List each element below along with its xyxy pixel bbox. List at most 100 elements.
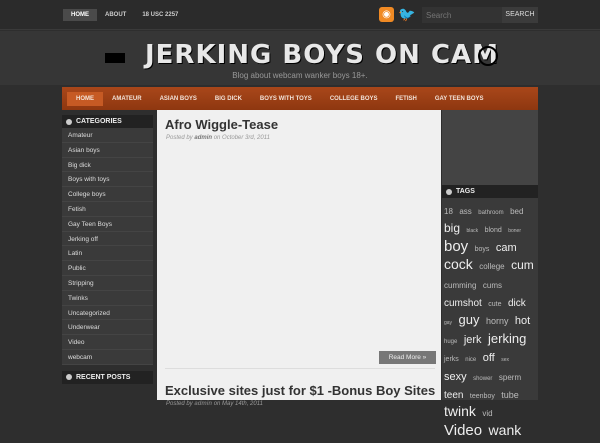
tag-link[interactable]: horny bbox=[486, 316, 509, 326]
tag-link[interactable]: cumshot bbox=[444, 298, 482, 309]
tag-link[interactable]: bed bbox=[510, 207, 523, 216]
post-title[interactable]: Exclusive sites just for $1 -Bonus Boy S… bbox=[165, 383, 435, 398]
category-link[interactable]: Asian boys bbox=[62, 142, 153, 158]
site-tagline: Blog about webcam wanker boys 18+. bbox=[232, 71, 368, 80]
rss-icon[interactable]: ◉ bbox=[379, 7, 394, 22]
bullet-icon bbox=[446, 188, 452, 195]
tag-link[interactable]: ass bbox=[459, 207, 471, 216]
tag-link[interactable]: black bbox=[466, 228, 478, 235]
category-link[interactable]: Fetish bbox=[62, 201, 153, 217]
tag-link[interactable]: boys bbox=[475, 246, 490, 253]
post-author[interactable]: admin bbox=[194, 135, 212, 141]
category-link[interactable]: Latin bbox=[62, 246, 153, 262]
tag-link[interactable]: teen bbox=[444, 390, 463, 401]
tag-link[interactable]: cock bbox=[444, 256, 473, 272]
category-link[interactable]: Big dick bbox=[62, 157, 153, 173]
nav-gay-teen-boys[interactable]: GAY TEEN BOYS bbox=[426, 92, 493, 106]
post-meta: Posted by admin on May 14th, 2011 bbox=[166, 401, 435, 407]
main-nav: HOME AMATEUR ASIAN BOYS BIG DICK BOYS WI… bbox=[62, 87, 538, 110]
tag-link[interactable]: jerk bbox=[464, 334, 482, 346]
tag-link[interactable]: bathroom bbox=[478, 210, 503, 216]
tag-link[interactable]: nice bbox=[465, 357, 476, 363]
category-link[interactable]: Video bbox=[62, 335, 153, 350]
twitter-bird-icon[interactable]: 🐦 bbox=[398, 6, 416, 22]
site-header: JERKING BOYS ON CAM Blog about webcam wa… bbox=[0, 31, 600, 85]
tag-link[interactable]: huge bbox=[444, 339, 457, 345]
tag-link[interactable]: shower bbox=[473, 376, 492, 382]
bullet-icon bbox=[66, 374, 72, 381]
category-link[interactable]: Gay Teen Boys bbox=[62, 216, 153, 232]
tag-link[interactable]: teenboy bbox=[470, 393, 495, 400]
tag-link[interactable]: boy bbox=[444, 238, 468, 255]
tag-link[interactable]: dick bbox=[508, 298, 526, 309]
divider bbox=[165, 368, 435, 369]
tag-link[interactable]: cums bbox=[483, 281, 502, 290]
category-link[interactable]: Underwear bbox=[62, 320, 153, 336]
top-link-home[interactable]: HOME bbox=[63, 9, 97, 21]
main-content: Afro Wiggle-Tease Posted by admin on Oct… bbox=[157, 110, 441, 407]
top-link-2257[interactable]: 18 USC 2257 bbox=[134, 9, 186, 21]
search-input[interactable] bbox=[422, 7, 502, 23]
category-link[interactable]: Boys with toys bbox=[62, 172, 153, 188]
categories-title: CATEGORIES bbox=[62, 115, 153, 128]
tag-link[interactable]: Video bbox=[444, 422, 482, 439]
top-bar: HOME ABOUT 18 USC 2257 ◉ 🐦 SEARCH bbox=[0, 0, 600, 30]
tag-link[interactable]: tube bbox=[501, 390, 519, 400]
tag-link[interactable]: cute bbox=[488, 301, 501, 308]
tag-link[interactable]: sexy bbox=[444, 371, 467, 383]
category-link[interactable]: Stripping bbox=[62, 275, 153, 291]
category-link[interactable]: Jerking off bbox=[62, 231, 153, 247]
post-date: on May 14th, 2011 bbox=[213, 401, 263, 407]
nav-big-dick[interactable]: BIG DICK bbox=[206, 92, 251, 106]
recent-posts-heading: RECENT POSTS bbox=[76, 373, 131, 381]
category-link[interactable]: Uncategorized bbox=[62, 305, 153, 321]
category-link[interactable]: webcam bbox=[62, 349, 153, 365]
tag-link[interactable]: jerking bbox=[488, 331, 526, 346]
tag-link[interactable]: off bbox=[483, 352, 495, 364]
recent-posts-title: RECENT POSTS bbox=[62, 370, 153, 384]
tag-link[interactable]: sperm bbox=[499, 373, 521, 382]
nav-boys-with-toys[interactable]: BOYS WITH TOYS bbox=[251, 92, 321, 106]
tag-link[interactable]: big bbox=[444, 221, 460, 235]
post-meta: Posted by admin on October 3rd, 2011 bbox=[166, 135, 441, 141]
post-date: on October 3rd, 2011 bbox=[213, 135, 270, 141]
tag-link[interactable]: cumming bbox=[444, 281, 476, 290]
nav-amateur[interactable]: AMATEUR bbox=[103, 92, 151, 106]
tag-link[interactable]: boner bbox=[508, 228, 521, 235]
category-link[interactable]: Amateur bbox=[62, 128, 153, 143]
search-button[interactable]: SEARCH bbox=[502, 7, 538, 23]
tag-link[interactable]: hot bbox=[515, 315, 530, 327]
tag-link[interactable]: jerks bbox=[444, 356, 459, 363]
right-sidebar: TAGS 18 ass bathroom bed big black blond… bbox=[442, 110, 538, 439]
category-link[interactable]: Twinks bbox=[62, 290, 153, 306]
tag-link[interactable]: blond bbox=[485, 227, 502, 234]
tag-link[interactable]: college bbox=[479, 262, 504, 271]
category-link[interactable]: College boys bbox=[62, 187, 153, 202]
bullet-icon bbox=[66, 118, 72, 125]
posted-by: Posted by bbox=[166, 401, 193, 407]
nav-college-boys[interactable]: COLLEGE BOYS bbox=[321, 92, 387, 106]
tag-link[interactable]: sex bbox=[501, 357, 509, 363]
tag-link[interactable]: guy bbox=[459, 312, 480, 327]
tag-link[interactable]: cum bbox=[511, 258, 534, 272]
nav-home[interactable]: HOME bbox=[67, 91, 103, 106]
smiley-crown-icon bbox=[478, 46, 498, 66]
tag-link[interactable]: gay bbox=[444, 320, 452, 326]
read-more-button[interactable]: Read More » bbox=[379, 351, 436, 364]
categories-heading: CATEGORIES bbox=[76, 118, 122, 125]
tag-link[interactable]: vid bbox=[482, 409, 492, 418]
nav-fetish[interactable]: FETISH bbox=[386, 92, 425, 106]
top-link-about[interactable]: ABOUT bbox=[97, 9, 134, 21]
tags-title: TAGS bbox=[442, 185, 538, 198]
tag-link[interactable]: twink bbox=[444, 403, 476, 419]
tag-link[interactable]: wank bbox=[489, 422, 522, 438]
tag-link[interactable]: 18 bbox=[444, 207, 453, 216]
post-author[interactable]: admin bbox=[194, 401, 212, 407]
category-link[interactable]: Public bbox=[62, 261, 153, 276]
tag-cloud: 18 ass bathroom bed big black blond bone… bbox=[442, 198, 538, 443]
site-logo[interactable]: JERKING BOYS ON CAM bbox=[145, 40, 499, 70]
nav-asian-boys[interactable]: ASIAN BOYS bbox=[151, 92, 206, 106]
tag-link[interactable]: cam bbox=[496, 242, 517, 254]
post-title[interactable]: Afro Wiggle-Tease bbox=[165, 117, 441, 132]
camera-icon bbox=[105, 53, 125, 63]
